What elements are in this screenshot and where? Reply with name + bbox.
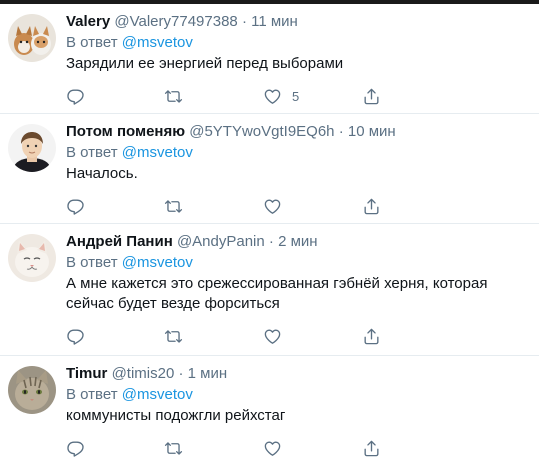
tweet-actions <box>66 188 527 226</box>
tweet-text: Началось. <box>66 165 138 182</box>
retweet-icon <box>164 330 183 343</box>
timestamp[interactable]: 2 мин <box>278 233 318 250</box>
reply-mention-link[interactable]: @msvetov <box>122 34 193 51</box>
timestamp[interactable]: 11 мин <box>251 13 298 30</box>
like-button[interactable] <box>263 197 292 216</box>
reply-button[interactable] <box>66 197 85 216</box>
reply-icon <box>67 199 84 215</box>
user-handle[interactable]: @AndyPanin <box>177 233 265 250</box>
tweet[interactable]: Valery @Valery77497388 · 11 мин В ответ … <box>0 4 539 114</box>
retweet-button[interactable] <box>164 87 183 106</box>
tweet-actions: 5 <box>66 78 527 116</box>
share-button[interactable] <box>362 439 381 458</box>
retweet-button[interactable] <box>164 327 183 346</box>
heart-icon <box>264 329 281 344</box>
separator-dot: · <box>338 123 344 140</box>
separator-dot: · <box>241 13 247 30</box>
user-name[interactable]: Потом поменяю <box>66 123 185 140</box>
reply-mention-link[interactable]: @msvetov <box>122 254 193 271</box>
timestamp[interactable]: 10 мин <box>348 123 396 140</box>
share-icon <box>364 328 379 345</box>
tweet-text: А мне кажется это срежессированная гэбнё… <box>66 275 488 312</box>
reply-prefix: В ответ <box>66 144 122 161</box>
retweet-icon <box>164 90 183 103</box>
cat-avatar-icon <box>8 234 56 282</box>
reply-context: В ответ @msvetov <box>66 143 527 163</box>
share-button[interactable] <box>362 197 381 216</box>
reply-context: В ответ @msvetov <box>66 253 527 273</box>
tweet-actions <box>66 318 527 356</box>
retweet-icon <box>164 200 183 213</box>
retweet-icon <box>164 442 183 455</box>
user-handle[interactable]: @Valery77497388 <box>114 13 237 30</box>
tabby-cat-avatar-icon <box>8 366 56 414</box>
user-handle[interactable]: @timis20 <box>112 365 175 382</box>
share-button[interactable] <box>362 87 381 106</box>
reply-context: В ответ @msvetov <box>66 33 527 53</box>
tweet-header: Андрей Панин @AndyPanin · 2 мин <box>66 232 527 252</box>
reply-mention-link[interactable]: @msvetov <box>122 144 193 161</box>
avatar[interactable] <box>8 124 56 172</box>
heart-icon <box>264 441 281 456</box>
reply-prefix: В ответ <box>66 386 122 403</box>
reply-icon <box>67 329 84 345</box>
user-handle[interactable]: @5YTYwoVgtI9EQ6h <box>189 123 334 140</box>
like-count: 5 <box>292 89 300 104</box>
share-icon <box>364 88 379 105</box>
share-icon <box>364 198 379 215</box>
child-avatar-icon <box>8 124 56 172</box>
like-button[interactable]: 5 <box>263 87 299 106</box>
timestamp[interactable]: 1 мин <box>188 365 228 382</box>
avatar[interactable] <box>8 366 56 414</box>
reply-button[interactable] <box>66 87 85 106</box>
share-button[interactable] <box>362 327 381 346</box>
heart-icon <box>264 199 281 214</box>
tweet-header: Потом поменяю @5YTYwoVgtI9EQ6h · 10 мин <box>66 122 527 142</box>
user-name[interactable]: Андрей Панин <box>66 233 173 250</box>
reply-icon <box>67 89 84 105</box>
retweet-button[interactable] <box>164 197 183 216</box>
tweet-header: Valery @Valery77497388 · 11 мин <box>66 12 527 32</box>
reply-mention-link[interactable]: @msvetov <box>122 386 193 403</box>
tweet-actions <box>66 430 527 468</box>
share-icon <box>364 440 379 457</box>
tweet[interactable]: Андрей Панин @AndyPanin · 2 мин В ответ … <box>0 224 539 356</box>
user-name[interactable]: Timur <box>66 365 107 382</box>
heart-icon <box>264 89 281 104</box>
dogs-avatar-icon <box>8 14 56 62</box>
tweet[interactable]: Потом поменяю @5YTYwoVgtI9EQ6h · 10 мин … <box>0 114 539 224</box>
reply-button[interactable] <box>66 439 85 458</box>
like-button[interactable] <box>263 327 292 346</box>
retweet-button[interactable] <box>164 439 183 458</box>
reply-context: В ответ @msvetov <box>66 385 527 405</box>
avatar[interactable] <box>8 234 56 282</box>
avatar[interactable] <box>8 14 56 62</box>
reply-button[interactable] <box>66 327 85 346</box>
reply-icon <box>67 441 84 457</box>
like-button[interactable] <box>263 439 292 458</box>
tweet-text: Зарядили ее энергией перед выборами <box>66 55 344 72</box>
separator-dot: · <box>178 365 184 382</box>
reply-prefix: В ответ <box>66 254 122 271</box>
user-name[interactable]: Valery <box>66 13 110 30</box>
separator-dot: · <box>268 233 274 250</box>
tweet-text: коммунисты подожгли рейхстаг <box>66 407 286 424</box>
tweet[interactable]: Timur @timis20 · 1 мин В ответ @msvetov … <box>0 356 539 457</box>
tweet-header: Timur @timis20 · 1 мин <box>66 364 527 384</box>
reply-prefix: В ответ <box>66 34 122 51</box>
